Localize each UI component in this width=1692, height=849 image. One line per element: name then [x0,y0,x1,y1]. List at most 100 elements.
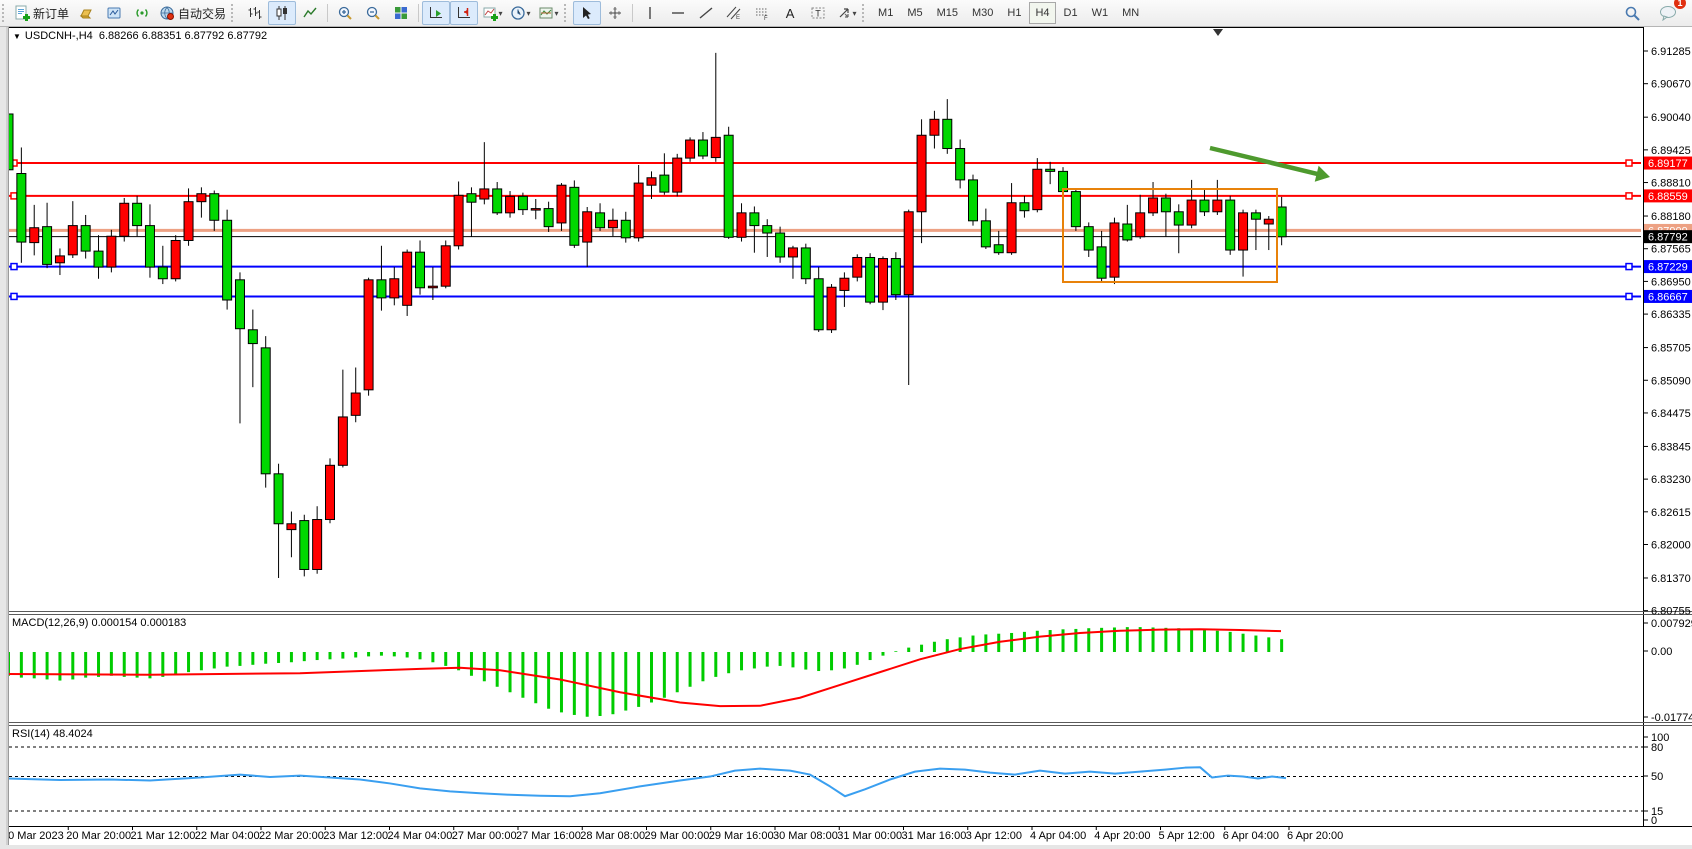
price-tick-label: 6.86335 [1651,309,1691,321]
candle-body [107,236,116,267]
price-tick-label: 6.83230 [1651,474,1691,486]
date-tick-label: 21 Mar 12:00 [131,830,196,842]
zoom-in-button[interactable] [331,1,359,25]
trendline-tool[interactable] [692,1,720,25]
line-handle[interactable] [11,264,17,270]
arrows-tool[interactable]: ▾ [832,1,860,25]
chart-shift-button[interactable] [450,1,478,25]
price-tick-label: 6.80755 [1651,606,1691,618]
candle-body [956,149,965,180]
tf-mn-button[interactable]: MN [1116,2,1145,24]
candle-body [377,280,386,298]
candlestick-chart-button[interactable] [268,1,296,25]
tf-d1-button[interactable]: D1 [1058,2,1084,24]
cursor-button[interactable] [573,1,601,25]
date-tick-label: 30 Mar 08:00 [773,830,838,842]
candle-body [1136,213,1145,237]
arrows-icon [836,5,852,21]
chat-bubble-icon [1659,5,1677,21]
candle-body [1226,200,1235,250]
candle-body [788,248,797,257]
candle-body [30,228,39,243]
candle-body [1046,169,1055,171]
channel-icon: E [726,5,742,21]
chat-button[interactable]: 1 [1654,1,1682,25]
date-tick-label: 31 Mar 16:00 [902,830,967,842]
line-handle[interactable] [1626,293,1632,299]
price-tick-label: 6.89425 [1651,145,1691,157]
zoom-out-button[interactable] [359,1,387,25]
line-handle[interactable] [1626,264,1632,270]
window-bottom-edge [0,845,1692,849]
tf-m30-button[interactable]: M30 [966,2,999,24]
bar-chart-icon [246,5,262,21]
toolbar-grip[interactable] [862,4,869,22]
line-handle[interactable] [11,293,17,299]
tf-h4-button[interactable]: H4 [1029,2,1055,24]
search-button[interactable] [1618,1,1646,25]
date-tick-label: 4 Apr 20:00 [1094,830,1150,842]
fibonacci-icon: F [754,5,770,21]
candle-body [1187,200,1196,225]
new-order-button[interactable]: 新订单 [11,1,72,25]
rsi-axis-label: 0 [1651,815,1657,827]
candle-body [557,185,566,223]
candle-body [981,221,990,247]
macd-axis-label: -0.017743 [1651,712,1692,724]
templates-button[interactable]: ▾ [534,1,562,25]
periods-button[interactable]: ▾ [506,1,534,25]
price-tick-label: 6.85090 [1651,375,1691,387]
broadcast-button[interactable] [128,1,156,25]
date-tick-label: 31 Mar 00:00 [837,830,902,842]
bar-chart-button[interactable] [240,1,268,25]
text-tool[interactable]: A [776,1,804,25]
date-tick-label: 6 Apr 20:00 [1287,830,1343,842]
line-handle[interactable] [1626,160,1632,166]
price-tick-label: 6.90040 [1651,112,1691,124]
auto-scroll-button[interactable] [422,1,450,25]
candle-body [866,257,875,302]
tf-h1-button[interactable]: H1 [1001,2,1027,24]
candle-body [1239,213,1248,250]
horizontal-line-tool[interactable] [664,1,692,25]
vertical-line-tool[interactable] [636,1,664,25]
chart-canvas[interactable]: 6.912856.906706.900406.894256.888106.881… [0,0,1692,849]
tf-m1-button[interactable]: M1 [872,2,899,24]
clock-icon [510,5,526,21]
line-handle[interactable] [11,193,17,199]
tile-windows-button[interactable] [387,1,415,25]
charts-window-button[interactable] [100,1,128,25]
rsi-axis-label: 50 [1651,771,1663,783]
chart-menu-arrow-icon[interactable]: ▼ [13,32,21,41]
candle-body [287,524,296,530]
candle-body [1097,247,1106,278]
crosshair-button[interactable] [601,1,629,25]
tf-m15-button[interactable]: M15 [931,2,964,24]
line-chart-button[interactable] [296,1,324,25]
price-tick-label: 6.90670 [1651,79,1691,91]
indicators-button[interactable]: ▾ [478,1,506,25]
candle-body [441,246,450,286]
tf-m5-button[interactable]: M5 [901,2,928,24]
candle-body [81,226,90,252]
candle-body [68,226,77,255]
toolbar-separator [327,4,328,22]
toolbar-grip[interactable] [564,4,571,22]
template-icon [538,5,554,21]
line-handle[interactable] [1626,193,1632,199]
fibonacci-tool[interactable]: F [748,1,776,25]
text-label-tool[interactable]: T [804,1,832,25]
toolbar-grip[interactable] [2,4,9,22]
symbol-header[interactable]: ▼USDCNH-,H4 6.88266 6.88351 6.87792 6.87… [13,30,267,42]
candle-body [673,158,682,192]
toolbar-grip[interactable] [231,4,238,22]
candle-body [403,252,412,305]
channel-tool[interactable]: E [720,1,748,25]
autotrading-button[interactable]: 自动交易 [156,1,229,25]
svg-text:E: E [736,15,740,21]
date-tick-label: 23 Mar 12:00 [323,830,388,842]
tf-w1-button[interactable]: W1 [1086,2,1115,24]
candle-body [184,202,193,241]
profile-button[interactable] [72,1,100,25]
price-tick-label: 6.91285 [1651,46,1691,58]
